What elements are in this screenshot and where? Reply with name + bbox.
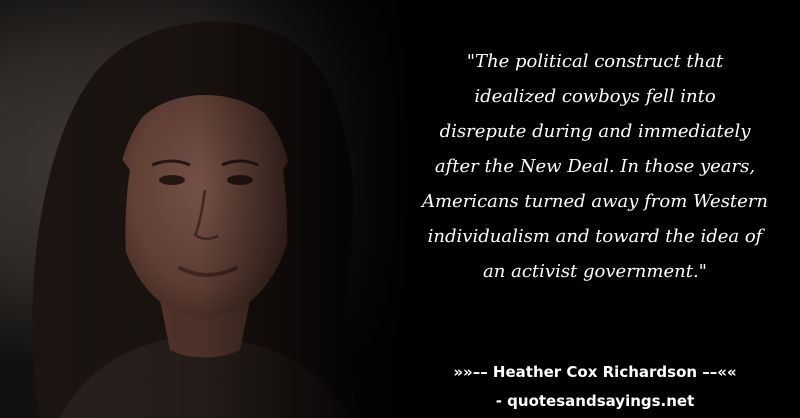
quote-text: "The political construct that idealized … [405,44,785,289]
site-credit: - quotesandsayings.net [495,392,695,410]
quote-line: idealized cowboys fell into [474,86,716,107]
quote-line: an activist government." [483,261,707,282]
quote-line: individualism and toward the idea of [427,226,763,247]
author-attribution: »»–– Heather Cox Richardson ––«« [453,363,737,381]
quote-line: "The political construct that [466,51,724,72]
quote-card: "The political construct that idealized … [0,0,800,418]
quote-line: Americans turned away from Western [421,191,769,212]
quote-line: after the New Deal. In those years, [434,156,756,177]
quote-line: disrepute during and immediately [439,121,751,142]
